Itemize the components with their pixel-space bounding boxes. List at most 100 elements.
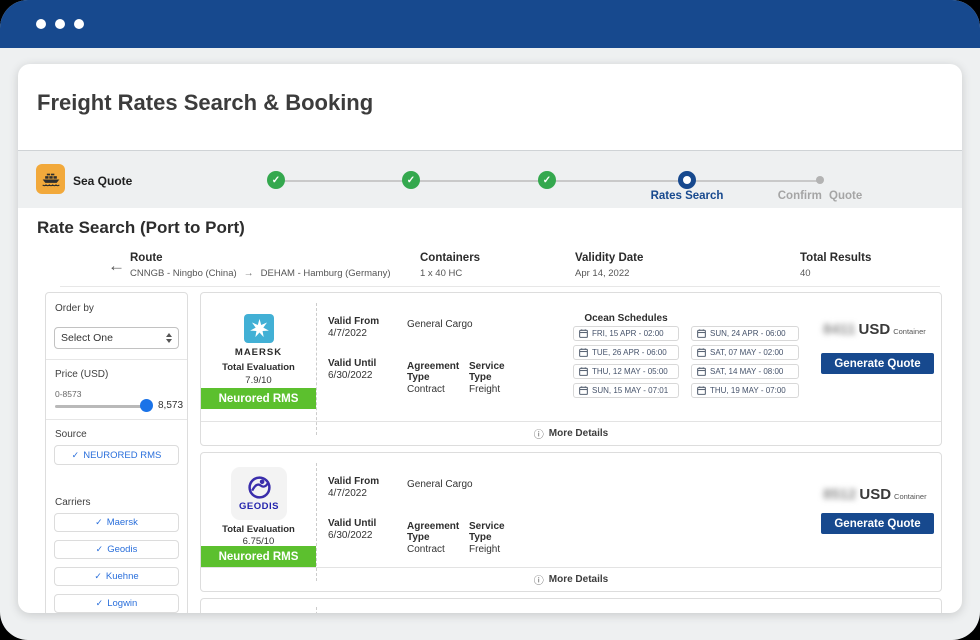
app-window: Freight Rates Search & Booking Sea Quote: [0, 0, 980, 640]
agreement-type-value: Contract: [407, 384, 445, 395]
source-filter-neurored-rms[interactable]: ✓ NEURORED RMS: [54, 445, 179, 465]
schedule-text: TUE, 26 APR - 06:00: [592, 348, 667, 357]
step-done-2[interactable]: ✓: [402, 171, 420, 189]
valid-from-label: Valid From: [328, 316, 379, 327]
carrier-name: MAERSK: [201, 347, 316, 358]
route-label: Route: [130, 252, 391, 264]
calendar-icon: [579, 367, 588, 376]
divider: [316, 607, 317, 613]
carrier-label: Geodis: [107, 544, 137, 555]
schedule-chip[interactable]: SAT, 14 MAY - 08:00: [691, 364, 799, 379]
schedule-chip[interactable]: TUE, 26 APR - 06:00: [573, 345, 679, 360]
step-upcoming-confirm-quote[interactable]: [816, 176, 824, 184]
route-summary: Route CNNGB - Ningbo (China) → DEHAM - H…: [130, 252, 391, 279]
calendar-icon: [697, 329, 706, 338]
cargo-type: General Cargo: [407, 319, 473, 330]
route-arrow-icon: →: [244, 268, 254, 279]
carrier-filter-kuehne[interactable]: ✓ Kuehne: [54, 567, 179, 586]
page-title: Freight Rates Search & Booking: [37, 90, 373, 116]
evaluation-label: Total Evaluation: [201, 524, 316, 535]
containers-value: 1 x 40 HC: [420, 268, 462, 279]
section-heading: Rate Search (Port to Port): [37, 218, 245, 238]
result-card-maersk: MAERSK Total Evaluation 7.9/10 Neurored …: [200, 292, 942, 446]
schedule-chip[interactable]: THU, 12 MAY - 05:00: [573, 364, 679, 379]
carrier-label: Kuehne: [106, 571, 139, 582]
schedule-chip[interactable]: SAT, 07 MAY - 02:00: [691, 345, 799, 360]
check-icon: ✓: [543, 175, 551, 186]
validity-label: Validity Date: [575, 252, 643, 264]
price-value-blurred: 8411: [823, 321, 856, 338]
back-arrow-icon[interactable]: ←: [108, 256, 125, 276]
check-icon: ✓: [72, 450, 80, 461]
schedule-chip[interactable]: FRI, 15 APR - 02:00: [573, 326, 679, 341]
carrier-filter-logwin[interactable]: ✓ Logwin: [54, 594, 179, 613]
result-card-geodis: GEODIS Total Evaluation 6.75/10 Neurored…: [200, 452, 942, 592]
check-icon: ✓: [407, 175, 415, 186]
window-control-dot[interactable]: [74, 19, 84, 29]
carrier-filter-maersk[interactable]: ✓ Maersk: [54, 513, 179, 532]
price-slider-track[interactable]: [55, 405, 147, 408]
schedule-chip[interactable]: THU, 19 MAY - 07:00: [691, 383, 799, 398]
ocean-schedules-heading: Ocean Schedules: [573, 313, 679, 324]
divider: [46, 419, 187, 420]
divider: [316, 463, 317, 581]
divider: [46, 359, 187, 360]
source-badge: Neurored RMS: [201, 388, 316, 409]
evaluation-value: 7.9/10: [201, 375, 316, 386]
more-details-button[interactable]: ⓘ More Details: [201, 421, 941, 445]
carriers-filter-label: Carriers: [55, 497, 91, 508]
more-details-button[interactable]: ⓘ More Details: [201, 567, 941, 591]
step-done-3[interactable]: ✓: [538, 171, 556, 189]
service-type-label: Service Type: [469, 361, 514, 383]
window-control-dot[interactable]: [55, 19, 65, 29]
info-icon: ⓘ: [534, 572, 544, 587]
service-type-value: Freight: [469, 384, 500, 395]
main-content-card: Freight Rates Search & Booking Sea Quote: [18, 64, 962, 613]
schedule-text: SUN, 24 APR - 06:00: [710, 329, 786, 338]
generate-quote-button[interactable]: Generate Quote: [821, 353, 934, 374]
schedule-chip[interactable]: SUN, 15 MAY - 07:01: [573, 383, 679, 398]
calendar-icon: [579, 386, 588, 395]
schedule-chip[interactable]: SUN, 24 APR - 06:00: [691, 326, 799, 341]
select-stepper-icon: [166, 333, 172, 343]
carrier-name: GEODIS: [239, 501, 279, 512]
carrier-filter-geodis[interactable]: ✓ Geodis: [54, 540, 179, 559]
screen: Freight Rates Search & Booking Sea Quote: [0, 0, 980, 640]
schedule-text: SAT, 14 MAY - 08:00: [710, 367, 783, 376]
agreement-type-label: Agreement Type: [407, 361, 459, 383]
order-by-select[interactable]: Select One: [54, 327, 179, 349]
carrier-label: Maersk: [107, 517, 138, 528]
valid-from-value: 4/7/2022: [328, 488, 367, 499]
price-currency: USD: [859, 321, 891, 338]
source-badge: Neurored RMS: [201, 546, 316, 567]
route-destination: DEHAM - Hamburg (Germany): [261, 268, 391, 279]
total-results-label: Total Results: [800, 252, 871, 264]
check-icon: ✓: [96, 598, 104, 609]
step-label-rates-search: Rates Search: [651, 190, 724, 202]
step-done-1[interactable]: ✓: [267, 171, 285, 189]
price-unit: Container: [893, 327, 926, 336]
validity-summary: Validity Date Apr 14, 2022: [575, 252, 643, 279]
valid-from-value: 4/7/2022: [328, 328, 367, 339]
schedule-text: THU, 19 MAY - 07:00: [710, 386, 786, 395]
valid-until-label: Valid Until: [328, 518, 376, 529]
total-results-value: 40: [800, 268, 811, 279]
price-value-blurred: 8512: [823, 486, 856, 503]
generate-quote-button[interactable]: Generate Quote: [821, 513, 934, 534]
schedule-text: FRI, 15 APR - 02:00: [592, 329, 664, 338]
window-control-dot[interactable]: [36, 19, 46, 29]
order-by-selected-value: Select One: [61, 332, 113, 344]
price-slider-handle[interactable]: [140, 399, 153, 412]
info-icon: ⓘ: [534, 426, 544, 441]
schedule-text: SAT, 07 MAY - 02:00: [710, 348, 783, 357]
more-details-label: More Details: [549, 574, 608, 585]
filters-sidebar: Order by Select One Price (USD) 0-8573 8…: [45, 292, 188, 613]
calendar-icon: [697, 386, 706, 395]
result-card-partial: [200, 598, 942, 613]
schedule-text: THU, 12 MAY - 05:00: [592, 367, 668, 376]
price-currency: USD: [859, 486, 891, 503]
divider: [60, 286, 940, 287]
stepper-product-label: Sea Quote: [73, 174, 132, 188]
step-current-rates-search[interactable]: [678, 171, 696, 189]
valid-from-label: Valid From: [328, 476, 379, 487]
